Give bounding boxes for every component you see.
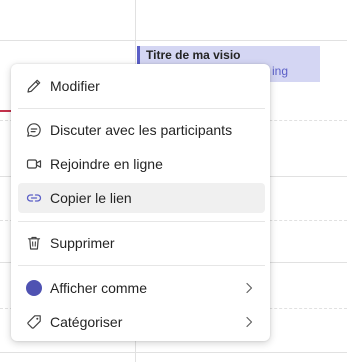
hour-line: [0, 352, 347, 353]
chevron-right-icon: [246, 316, 253, 328]
pencil-icon: [27, 79, 41, 93]
color-dot-icon: [26, 280, 42, 296]
menu-item-label: Copier le lien: [50, 190, 132, 206]
event-subtitle: ing: [271, 64, 288, 78]
menu-separator: [18, 221, 265, 222]
menu-item-label: Afficher comme: [50, 280, 147, 296]
menu-item-join-online[interactable]: Rejoindre en ligne: [18, 149, 265, 179]
menu-item-modifier[interactable]: Modifier: [18, 71, 265, 101]
menu-item-label: Catégoriser: [50, 314, 123, 330]
menu-item-categorize[interactable]: Catégoriser: [18, 307, 265, 337]
context-menu: Modifier Discuter avec les participants …: [11, 64, 270, 341]
hour-line: [0, 40, 347, 41]
chevron-right-icon: [246, 282, 253, 294]
menu-separator: [18, 108, 265, 109]
menu-item-delete[interactable]: Supprimer: [18, 228, 265, 258]
menu-item-copy-link[interactable]: Copier le lien: [18, 183, 265, 213]
menu-item-label: Rejoindre en ligne: [50, 156, 163, 172]
menu-item-chat-participants[interactable]: Discuter avec les participants: [18, 115, 265, 145]
menu-item-label: Modifier: [50, 78, 100, 94]
video-icon: [26, 159, 42, 169]
tag-icon: [27, 315, 41, 329]
menu-separator: [18, 265, 265, 266]
menu-item-label: Supprimer: [50, 235, 115, 251]
trash-icon: [27, 236, 41, 250]
chat-icon: [27, 123, 41, 137]
menu-item-show-as[interactable]: Afficher comme: [18, 273, 265, 303]
menu-item-label: Discuter avec les participants: [50, 122, 233, 138]
link-icon: [26, 194, 42, 202]
event-title: Titre de ma visio: [146, 48, 241, 62]
